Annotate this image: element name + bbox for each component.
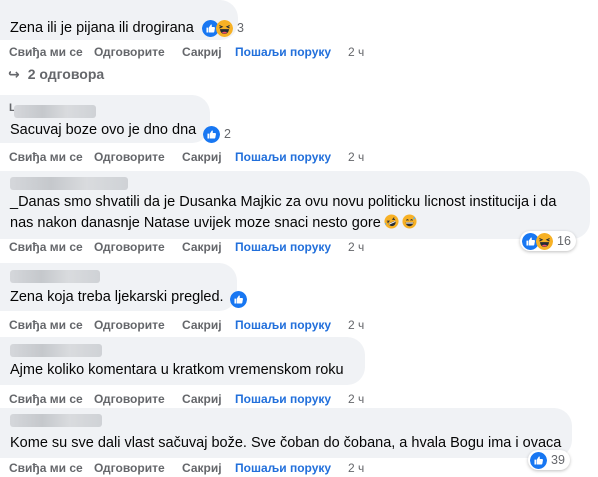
comment-text: Kome su sve dali vlast sačuvaj bože. Sve… [10, 435, 562, 451]
timestamp: 2 ч [348, 318, 365, 332]
reactions-summary[interactable]: 16 [520, 231, 576, 251]
like-button[interactable]: Свиђа ми се [9, 461, 83, 475]
send-message-button[interactable]: Пошаљи поруку [235, 318, 331, 332]
reply-button[interactable]: Одговорите [94, 392, 165, 406]
haha-icon [536, 233, 553, 250]
comment-bubble: Ajme koliko komentara u kratkom vremensk… [0, 337, 365, 385]
reactions-summary[interactable]: 3 [202, 18, 244, 38]
comment-bubble: L Sacuvaj boze ovo je dno dna [0, 95, 210, 143]
like-icon [230, 291, 247, 308]
replies-count: 2 одговора [27, 66, 105, 82]
send-message-button[interactable]: Пошаљи поруку [235, 240, 331, 254]
reaction-count: 16 [557, 234, 571, 248]
timestamp: 2 ч [348, 150, 365, 164]
view-replies-button[interactable]: ↪ 2 одговора [8, 66, 104, 83]
reaction-count: 39 [551, 453, 565, 467]
author-name-redacted [10, 270, 100, 283]
reactions-summary[interactable]: 39 [528, 450, 570, 470]
hide-button[interactable]: Сакриј [182, 45, 222, 59]
reactions-summary[interactable] [230, 289, 247, 309]
author-name-redacted [10, 177, 128, 190]
send-message-button[interactable]: Пошаљи поруку [235, 461, 331, 475]
comment-text: Zena ili je pijana ili drogirana [10, 20, 194, 36]
grin-sweat-emoji [402, 214, 417, 229]
reply-button[interactable]: Одговорите [94, 150, 165, 164]
timestamp: 2 ч [348, 45, 365, 59]
send-message-button[interactable]: Пошаљи поруку [235, 392, 331, 406]
comment-bubble: Zena koja treba ljekarski pregled. [0, 263, 237, 311]
reply-button[interactable]: Одговорите [94, 45, 165, 59]
reply-button[interactable]: Одговорите [94, 240, 165, 254]
author-name-redacted [10, 414, 102, 427]
timestamp: 2 ч [348, 461, 365, 475]
hide-button[interactable]: Сакриј [182, 150, 222, 164]
reactions-summary[interactable]: 2 [203, 124, 231, 144]
haha-icon [216, 20, 233, 37]
comment-text: Zena koja treba ljekarski pregled. [10, 289, 224, 305]
like-button[interactable]: Свиђа ми се [9, 318, 83, 332]
author-name-redacted [10, 344, 102, 357]
comment-text: Ajme koliko komentara u kratkom vremensk… [10, 362, 344, 378]
like-button[interactable]: Свиђа ми се [9, 150, 83, 164]
like-icon [530, 452, 547, 469]
comment-bubble: Kome su sve dali vlast sačuvaj bože. Sve… [0, 408, 572, 458]
reply-button[interactable]: Одговорите [94, 461, 165, 475]
comment-text: Sacuvaj boze ovo je dno dna [10, 122, 197, 138]
like-button[interactable]: Свиђа ми се [9, 392, 83, 406]
timestamp: 2 ч [348, 240, 365, 254]
rofl-emoji [384, 214, 399, 229]
reply-arrow-icon: ↪ [8, 66, 20, 82]
hide-button[interactable]: Сакриј [182, 461, 222, 475]
reaction-count: 2 [224, 127, 231, 141]
hide-button[interactable]: Сакриј [182, 318, 222, 332]
hide-button[interactable]: Сакриј [182, 240, 222, 254]
reply-button[interactable]: Одговорите [94, 318, 165, 332]
hide-button[interactable]: Сакриј [182, 392, 222, 406]
like-button[interactable]: Свиђа ми се [9, 45, 83, 59]
send-message-button[interactable]: Пошаљи поруку [235, 45, 331, 59]
reaction-count: 3 [237, 21, 244, 35]
like-button[interactable]: Свиђа ми се [9, 240, 83, 254]
like-icon [203, 126, 220, 143]
comment-text: _Danas smo shvatili da je Dusanka Majkic… [10, 194, 557, 231]
timestamp: 2 ч [348, 392, 365, 406]
send-message-button[interactable]: Пошаљи поруку [235, 150, 331, 164]
author-name-redacted [14, 105, 96, 118]
comment-bubble: _Danas smo shvatili da je Dusanka Majkic… [0, 171, 590, 239]
